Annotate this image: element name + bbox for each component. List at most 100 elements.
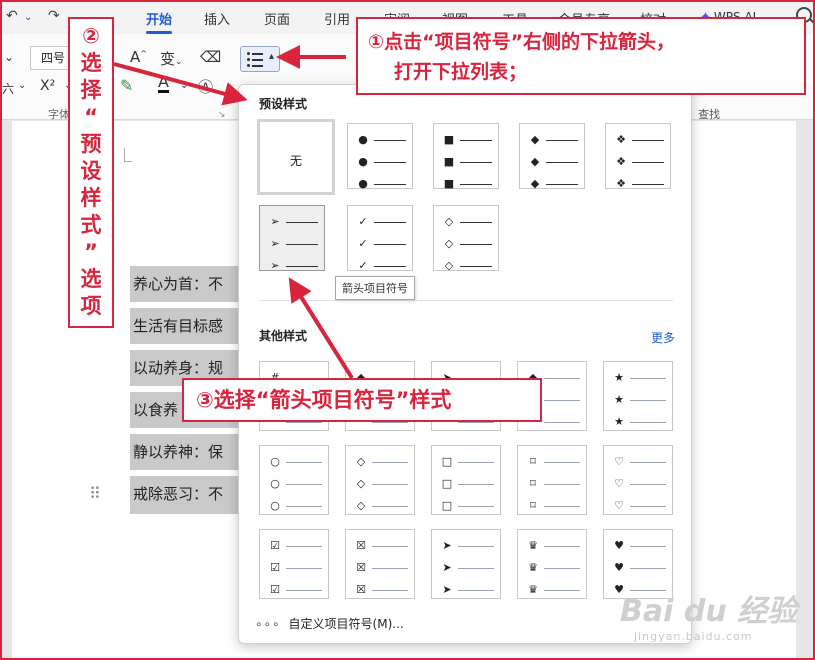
- preview-text-line: [286, 484, 322, 485]
- bullet-style-arrowhead-alt[interactable]: ➤ ➤ ➤: [431, 529, 501, 599]
- bullet-preview: ❖ ❖ ❖: [614, 131, 664, 197]
- callout-step2-char: 选: [80, 51, 102, 75]
- bullet-list-button[interactable]: ▴: [240, 46, 280, 72]
- bullet-preview: ✓ ✓ ✓: [356, 213, 406, 279]
- bullet-glyph-icon: ➤: [442, 539, 452, 552]
- bullet-style-hollow-circle[interactable]: ○ ○ ○: [259, 445, 329, 515]
- bullet-glyph-icon: ◇: [444, 237, 454, 250]
- preview-text-line: [632, 162, 664, 163]
- font-name-dropdown[interactable]: ⌄: [4, 50, 14, 64]
- font-dialog-launcher-icon[interactable]: ↘: [218, 110, 226, 120]
- bullet-glyph-icon: ♛: [528, 583, 538, 596]
- doc-line[interactable]: 戒除恶习：不: [130, 476, 240, 514]
- bullet-preview-line: ⌑: [526, 475, 580, 497]
- bullet-preview-line: ◇: [354, 497, 408, 519]
- bullet-preview-line: ⌑: [526, 497, 580, 519]
- preview-text-line: [460, 222, 492, 223]
- bullet-style-star[interactable]: ★ ★ ★: [603, 361, 673, 431]
- preview-text-line: [632, 184, 664, 185]
- bullet-style-xbox[interactable]: ☒ ☒ ☒: [345, 529, 415, 599]
- bullet-style-diamond[interactable]: ◆ ◆ ◆: [519, 123, 585, 190]
- preview-text-line: [372, 462, 408, 463]
- bullet-preview-line: ◇: [442, 235, 492, 257]
- bullet-glyph-icon: ■: [443, 155, 455, 168]
- group-label-find: 查找: [698, 108, 720, 121]
- bullet-preview-line: ■: [442, 175, 492, 197]
- bullet-style-filled-circle[interactable]: ● ● ●: [347, 123, 413, 190]
- bullet-preview-line: ✓: [356, 235, 406, 257]
- bullet-preview-line: ✓: [356, 213, 406, 235]
- undo-dropdown-icon[interactable]: ⌄: [24, 12, 32, 23]
- bullet-glyph-icon: ○: [270, 499, 280, 512]
- grow-font-button[interactable]: A^: [130, 48, 147, 66]
- bullet-glyph-icon: ◇: [356, 455, 366, 468]
- bullet-preview-line: ■: [442, 131, 492, 153]
- tab-references[interactable]: 引用: [324, 9, 350, 28]
- doc-line[interactable]: 静以养神：保: [130, 434, 240, 470]
- tab-home[interactable]: 开始: [146, 9, 173, 34]
- preview-text-line: [460, 266, 492, 267]
- tab-insert[interactable]: 插入: [204, 9, 230, 28]
- preview-text-line: [374, 244, 406, 245]
- preview-text-line: [372, 568, 408, 569]
- redo-icon[interactable]: ↷: [48, 8, 60, 24]
- doc-line[interactable]: 生活有目标感: [130, 308, 240, 344]
- preview-text-line: [546, 184, 578, 185]
- drag-handle-icon[interactable]: ⠿: [89, 484, 101, 503]
- bullet-style-checkbox[interactable]: ☑ ☑ ☑: [259, 529, 329, 599]
- bullet-preview-line: □: [440, 475, 494, 497]
- bullet-glyph-icon: ◇: [356, 477, 366, 490]
- preview-text-line: [630, 506, 666, 507]
- chevron-down-icon[interactable]: ⌄: [180, 80, 188, 91]
- undo-icon[interactable]: ↶: [6, 8, 18, 24]
- bullet-style-hollow-heart[interactable]: ♡ ♡ ♡: [603, 445, 673, 515]
- bullet-style-hollow-diamond-alt[interactable]: ◇ ◇ ◇: [345, 445, 415, 515]
- preview-text-line: [458, 546, 494, 547]
- bullet-style-ornament[interactable]: ❖ ❖ ❖: [605, 123, 671, 190]
- bullet-dropdown-arrow[interactable]: ▴: [269, 51, 274, 62]
- tab-page[interactable]: 页面: [264, 9, 290, 28]
- bullet-glyph-icon: ◇: [444, 259, 454, 272]
- bullet-style-checkmark[interactable]: ✓ ✓ ✓: [347, 205, 413, 272]
- bullet-style-filled-square[interactable]: ■ ■ ■: [433, 123, 499, 190]
- bullet-glyph-icon: ●: [358, 177, 368, 190]
- callout-step2-char: 项: [80, 294, 102, 318]
- bullet-glyph-icon: ✓: [358, 215, 368, 228]
- callout-step1-line2: 打开下拉列表；: [394, 61, 528, 83]
- eraser-icon[interactable]: ⌫: [200, 48, 221, 66]
- baidu-watermark: Bai du 经验 jingyan.baidu.com: [620, 586, 797, 643]
- bullet-style-crown[interactable]: ♛ ♛ ♛: [517, 529, 587, 599]
- bullet-glyph-icon: ⌑: [530, 477, 536, 490]
- doc-line[interactable]: 养心为首：不: [130, 266, 240, 302]
- callout-step3: ③选择“箭头项目符号”样式: [182, 378, 542, 422]
- bullet-style-none[interactable]: 无: [257, 119, 335, 195]
- preview-text-line: [544, 590, 580, 591]
- bullet-list-icon: [247, 52, 263, 67]
- bullet-style-notched-square[interactable]: ⌑ ⌑ ⌑: [517, 445, 587, 515]
- bullet-glyph-icon: ♥: [614, 561, 624, 574]
- callout-step1-line1: ①点击“项目符号”右侧的下拉箭头，: [368, 31, 676, 53]
- bullet-preview-line: ★: [612, 391, 666, 413]
- watermark-url: jingyan.baidu.com: [634, 630, 753, 643]
- font-color-icon[interactable]: A: [158, 74, 169, 93]
- bullet-preview-line: □: [440, 497, 494, 519]
- chevron-down-icon[interactable]: ⌄: [18, 80, 26, 91]
- highlight-icon[interactable]: ✎: [120, 76, 133, 95]
- bullet-style-arrow[interactable]: ➢ ➢ ➢: [259, 205, 325, 272]
- preview-text-line: [630, 484, 666, 485]
- bullet-glyph-icon: ☒: [356, 539, 366, 552]
- more-styles-link[interactable]: 更多: [651, 329, 675, 346]
- none-label: 无: [289, 154, 302, 168]
- callout-step2-char: 式: [80, 213, 102, 237]
- phonetic-guide-button[interactable]: 变⌄: [160, 48, 183, 69]
- custom-bullet-option[interactable]: ∘∘∘ 自定义项目符号(M)...: [255, 615, 404, 632]
- char-border-icon[interactable]: Ⓐ: [198, 76, 213, 97]
- bullet-style-hollow-square[interactable]: □ □ □: [431, 445, 501, 515]
- bullet-preview: ★ ★ ★: [612, 369, 666, 435]
- superscript-button[interactable]: X²: [40, 78, 55, 94]
- bullet-glyph-icon: ❖: [616, 177, 626, 190]
- callout-step2-char: ②: [82, 24, 100, 48]
- bullet-glyph-icon: ☑: [270, 539, 280, 552]
- preview-text-line: [374, 184, 406, 185]
- bullet-style-hollow-diamond[interactable]: ◇ ◇ ◇: [433, 205, 499, 272]
